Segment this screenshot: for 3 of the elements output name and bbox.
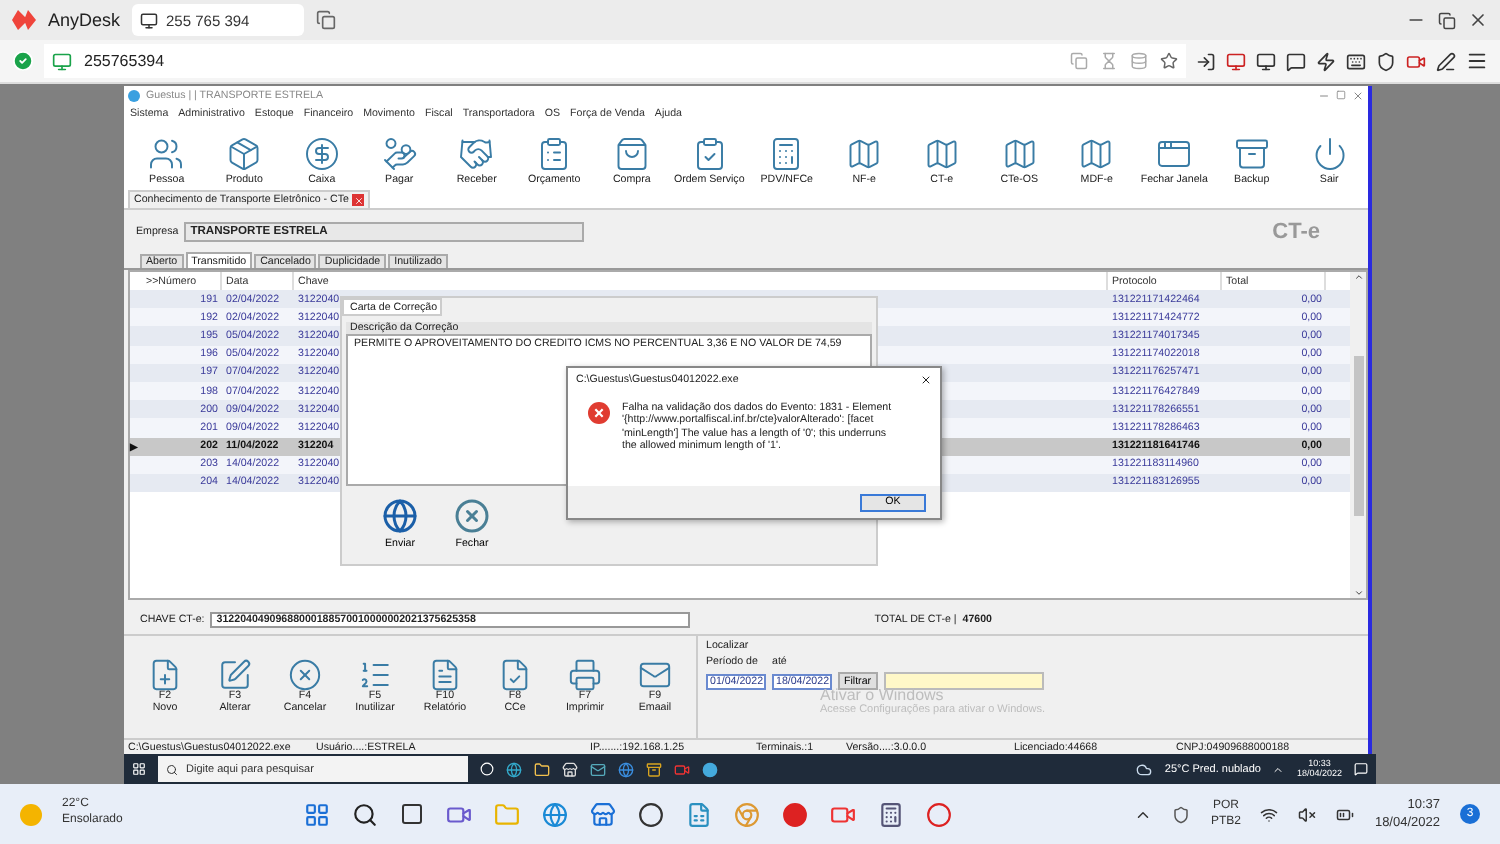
module-title: CT-e bbox=[1272, 220, 1320, 244]
app-name: AnyDesk bbox=[48, 10, 121, 30]
address-text: 255765394 bbox=[84, 52, 165, 70]
